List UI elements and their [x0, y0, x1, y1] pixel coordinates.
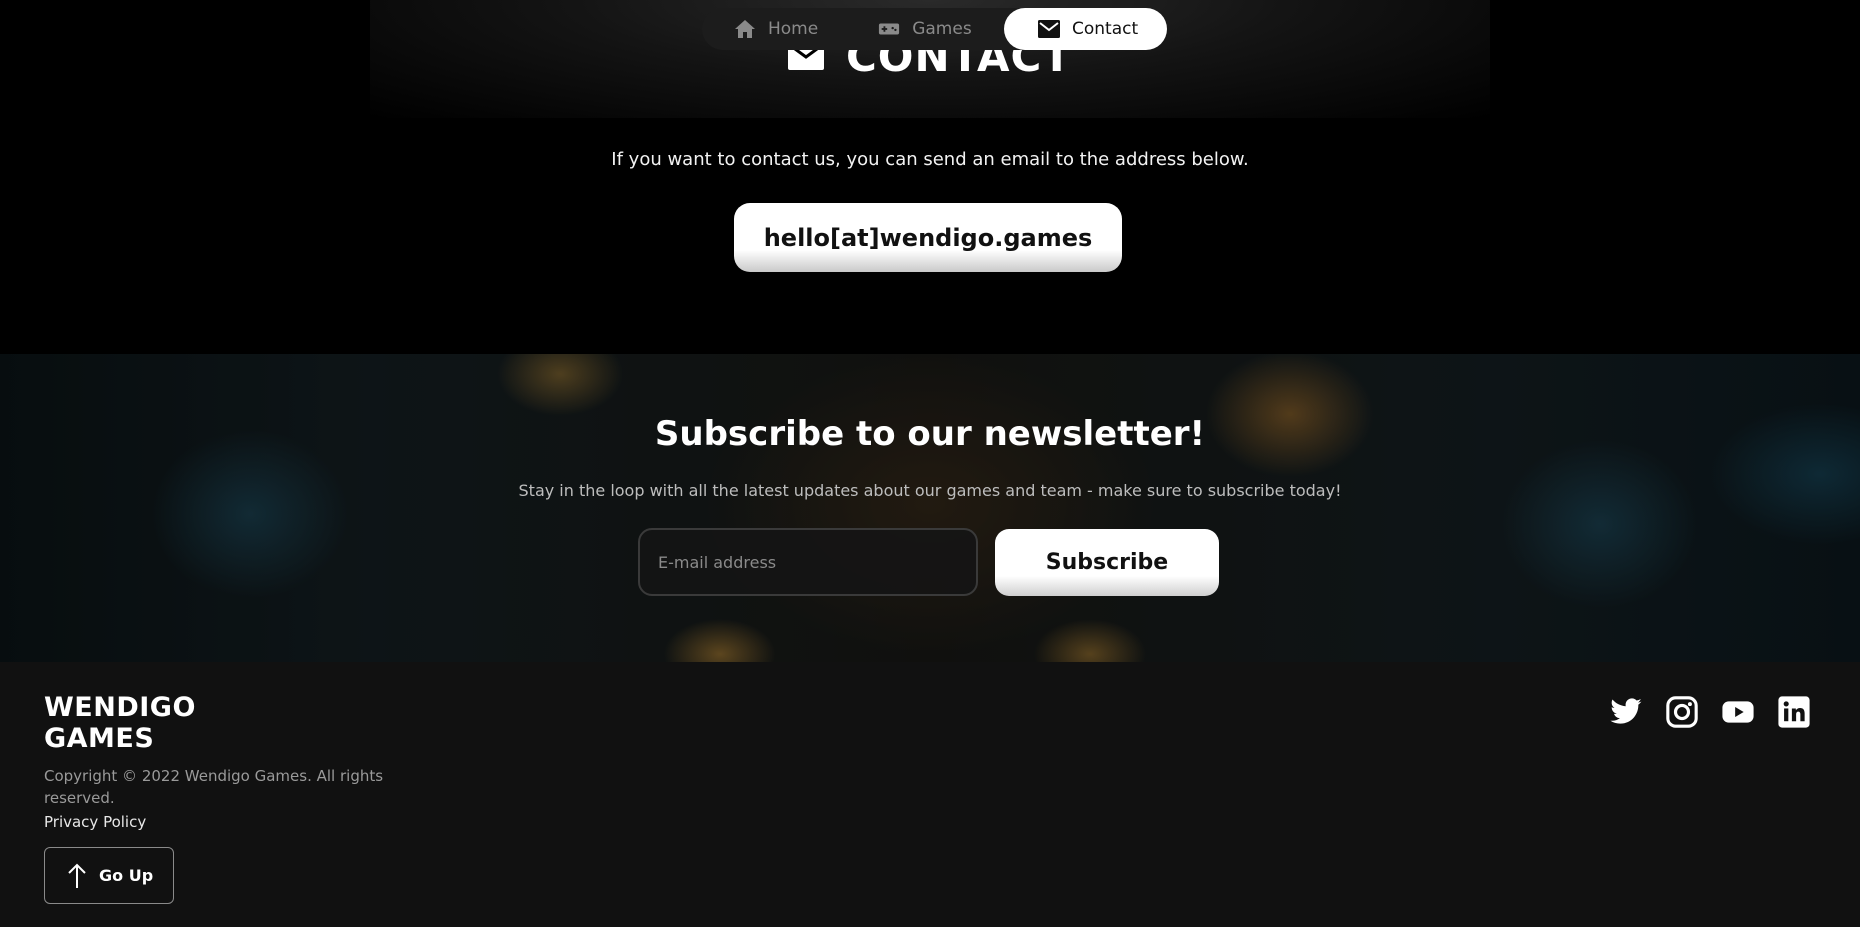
go-up-button[interactable]: Go Up	[44, 847, 174, 904]
nav-label-games: Games	[912, 19, 972, 39]
twitter-icon	[1610, 698, 1642, 724]
instagram-link[interactable]	[1664, 694, 1700, 730]
social-links	[1608, 694, 1812, 730]
nav-item-home[interactable]: Home	[702, 8, 818, 50]
newsletter-title: Subscribe to our newsletter!	[654, 414, 1206, 454]
twitter-link[interactable]	[1608, 694, 1644, 730]
nav-item-games[interactable]: Games	[818, 8, 972, 50]
email-address-button[interactable]: hello[at]wendigo.games	[734, 203, 1122, 272]
nav-label-contact: Contact	[1072, 19, 1139, 39]
brand-logo: WENDIGO GAMES	[44, 692, 196, 754]
footer: WENDIGO GAMES Copyright © 2022 Wendigo G…	[0, 662, 1860, 927]
home-icon	[735, 20, 755, 38]
youtube-icon	[1722, 701, 1754, 723]
gamepad-icon	[879, 23, 900, 35]
subscribe-button[interactable]: Subscribe	[995, 529, 1219, 596]
go-up-label: Go Up	[99, 866, 154, 885]
newsletter-section: Subscribe to our newsletter! Stay in the…	[0, 354, 1860, 662]
nav-label-home: Home	[768, 19, 819, 39]
brand-line-2: GAMES	[44, 723, 155, 754]
arrow-up-icon	[68, 863, 86, 888]
nav-item-contact[interactable]: Contact	[1004, 8, 1167, 50]
youtube-link[interactable]	[1720, 694, 1756, 730]
copyright-text: Copyright © 2022 Wendigo Games. All righ…	[44, 767, 384, 807]
brand-line-1: WENDIGO	[44, 692, 196, 723]
contact-description: If you want to contact us, you can send …	[611, 149, 1249, 170]
mail-icon	[1038, 20, 1060, 38]
linkedin-icon	[1778, 696, 1810, 728]
linkedin-link[interactable]	[1776, 694, 1812, 730]
privacy-policy-link[interactable]: Privacy Policy	[44, 813, 146, 831]
email-input[interactable]	[638, 528, 978, 596]
top-nav: Home Games Contact	[702, 8, 1167, 50]
contact-section: CONTACT If you want to contact us, you c…	[0, 0, 1860, 354]
newsletter-subtitle: Stay in the loop with all the latest upd…	[518, 481, 1342, 500]
instagram-icon	[1666, 696, 1698, 728]
background-overlay	[0, 354, 1860, 662]
